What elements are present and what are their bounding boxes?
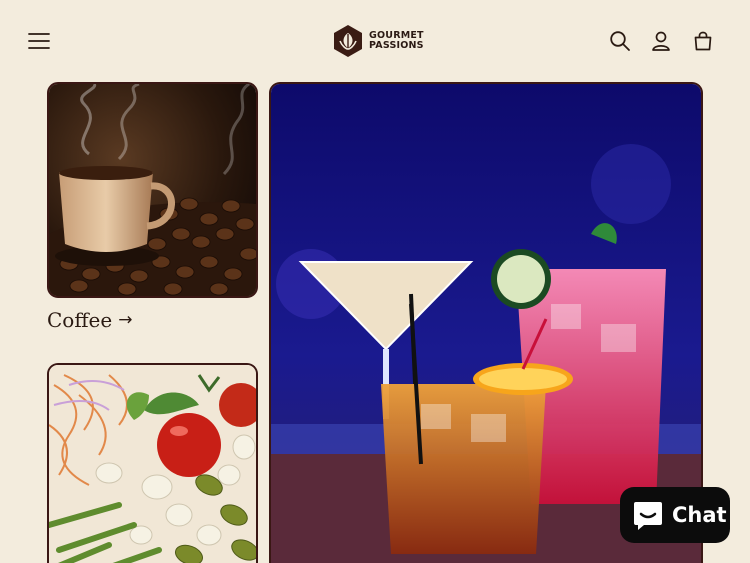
collection-card-salad[interactable] xyxy=(47,363,258,563)
account-button[interactable] xyxy=(644,24,678,58)
menu-button[interactable] xyxy=(22,24,56,58)
salad-image xyxy=(49,365,256,563)
chat-bubble-icon xyxy=(634,502,662,530)
logo-emblem-icon xyxy=(334,25,362,57)
coffee-image xyxy=(49,84,256,296)
search-button[interactable] xyxy=(603,24,637,58)
search-icon xyxy=(610,31,630,51)
menu-icon xyxy=(28,33,50,49)
coffee-link-label: Coffee xyxy=(47,308,113,332)
cart-icon xyxy=(694,31,712,51)
arrow-right-icon: → xyxy=(118,310,133,330)
logo-line-2: PASSIONS xyxy=(369,40,424,51)
chat-widget-button[interactable]: Chat xyxy=(620,487,730,543)
collection-card-coffee[interactable] xyxy=(47,82,258,298)
logo-wordmark: GOURMET PASSIONS xyxy=(369,31,424,51)
account-icon xyxy=(652,31,670,51)
site-header: GOURMET PASSIONS xyxy=(0,0,750,82)
site-logo[interactable]: GOURMET PASSIONS xyxy=(332,24,424,58)
chat-label: Chat xyxy=(672,503,727,527)
coffee-collection-link[interactable]: Coffee → xyxy=(47,308,132,332)
cart-button[interactable] xyxy=(686,24,720,58)
